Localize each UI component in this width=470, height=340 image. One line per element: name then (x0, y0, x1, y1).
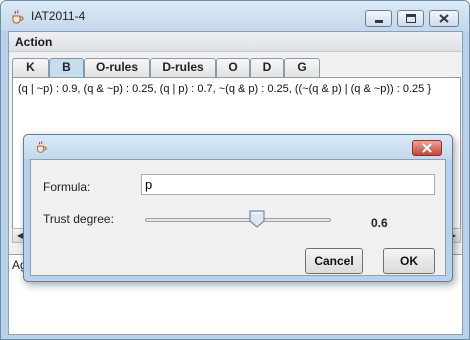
beliefs-text: (q | ~p) : 0.9, (q & ~p) : 0.25, (q | p)… (18, 83, 432, 95)
trust-degree-value: 0.6 (371, 216, 388, 230)
tab-d-rules[interactable]: D-rules (150, 58, 216, 77)
java-coffee-cup-icon (12, 10, 24, 24)
tab-d[interactable]: D (250, 58, 284, 77)
minimize-icon (375, 20, 383, 23)
tab-b[interactable]: B (49, 58, 84, 77)
tab-bar: K B O-rules D-rules O D G (12, 58, 461, 77)
maximize-icon (406, 14, 416, 23)
main-titlebar[interactable]: IAT2011-4 (1, 1, 469, 31)
tab-label: O (228, 60, 238, 74)
menu-action[interactable]: Action (15, 35, 52, 49)
ok-button[interactable]: OK (383, 248, 435, 274)
close-icon (439, 14, 449, 23)
java-coffee-cup-icon (37, 141, 47, 153)
tab-k[interactable]: K (12, 58, 49, 77)
trust-degree-label: Trust degree: (43, 212, 114, 226)
minimize-button[interactable] (365, 10, 392, 27)
dialog-titlebar[interactable] (24, 135, 452, 159)
tab-label: G (297, 60, 307, 74)
cancel-button[interactable]: Cancel (305, 248, 363, 274)
tab-label: D-rules (162, 60, 204, 74)
tab-label: B (62, 60, 71, 74)
tab-o[interactable]: O (216, 58, 250, 77)
trust-degree-slider-track[interactable] (145, 218, 331, 222)
maximize-button[interactable] (397, 10, 424, 27)
formula-input[interactable] (141, 174, 435, 195)
tab-g[interactable]: G (284, 58, 320, 77)
close-window-button[interactable] (429, 10, 459, 27)
dialog-body: Formula: Trust degree: 0.6 Cancel OK (30, 159, 446, 276)
tab-o-rules[interactable]: O-rules (84, 58, 150, 77)
close-icon (422, 143, 432, 153)
tab-label: D (262, 60, 272, 74)
formula-label: Formula: (43, 180, 91, 194)
menu-bar: Action (9, 32, 462, 52)
window-title: IAT2011-4 (31, 9, 86, 23)
tab-label: O-rules (95, 60, 138, 74)
tab-label: K (26, 60, 35, 74)
close-dialog-button[interactable] (412, 140, 442, 156)
trust-degree-slider-thumb[interactable] (249, 210, 265, 228)
add-formula-dialog: Formula: Trust degree: 0.6 Cancel OK (23, 134, 453, 282)
